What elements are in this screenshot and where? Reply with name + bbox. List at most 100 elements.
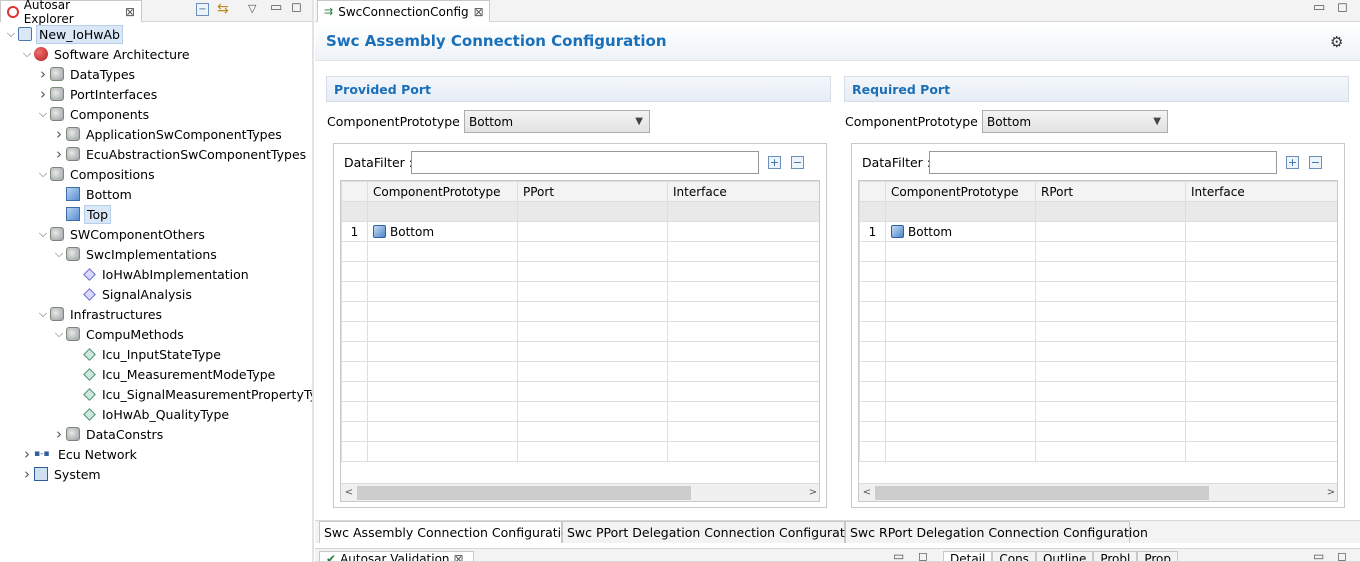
- table-row[interactable]: [341, 261, 819, 282]
- tree-item[interactable]: Top: [52, 204, 112, 224]
- tree-item[interactable]: ⌵ New_IoHwAb: [4, 24, 123, 44]
- row-number[interactable]: [859, 321, 886, 342]
- collapse-all-icon[interactable]: −: [196, 3, 209, 16]
- table-row[interactable]: [341, 281, 819, 302]
- table-row[interactable]: [341, 241, 819, 262]
- provided-filter-input[interactable]: [411, 151, 759, 174]
- table-cell[interactable]: [517, 281, 668, 302]
- table-cell[interactable]: [1185, 361, 1337, 382]
- chevron-right-icon[interactable]: ›: [52, 125, 66, 143]
- table-cell[interactable]: [885, 441, 1036, 462]
- scroll-right-icon[interactable]: >: [805, 487, 819, 498]
- row-number[interactable]: [859, 381, 886, 402]
- minimize-icon[interactable]: ▭: [1313, 0, 1325, 15]
- chevron-down-icon[interactable]: ⌵: [52, 247, 66, 261]
- row-number[interactable]: [341, 401, 368, 422]
- table-cell[interactable]: [885, 281, 1036, 302]
- tree-item[interactable]: Bottom: [52, 184, 134, 204]
- table-cell[interactable]: [517, 401, 668, 422]
- chevron-right-icon[interactable]: ›: [20, 445, 34, 463]
- chevron-down-icon[interactable]: ⌵: [36, 227, 50, 241]
- tab-pport-delegation[interactable]: Swc PPort Delegation Connection Configur…: [562, 521, 864, 543]
- row-number[interactable]: [341, 321, 368, 342]
- table-cell[interactable]: [367, 361, 518, 382]
- row-number[interactable]: [341, 261, 368, 282]
- table-cell[interactable]: [1035, 281, 1186, 302]
- column-header[interactable]: RPort: [1035, 181, 1186, 202]
- table-cell[interactable]: [1035, 221, 1186, 242]
- table-cell[interactable]: [667, 441, 819, 462]
- table-row[interactable]: 1 Bottom: [341, 221, 819, 242]
- table-cell[interactable]: [1185, 421, 1337, 442]
- scroll-right-icon[interactable]: >: [1323, 487, 1337, 498]
- row-number[interactable]: 1: [341, 221, 368, 242]
- row-number[interactable]: [341, 301, 368, 322]
- table-cell[interactable]: [667, 421, 819, 442]
- table-row[interactable]: [859, 441, 1337, 462]
- table-cell[interactable]: [1035, 401, 1186, 422]
- table-cell[interactable]: [1035, 361, 1186, 382]
- collapse-all-icon[interactable]: −: [1309, 156, 1322, 169]
- view-tab[interactable]: Cons: [992, 551, 1036, 561]
- table-cell[interactable]: [667, 221, 819, 242]
- table-cell[interactable]: [1035, 421, 1186, 442]
- table-cell[interactable]: [367, 421, 518, 442]
- table-row[interactable]: 1 Bottom: [859, 221, 1337, 242]
- row-number[interactable]: [341, 241, 368, 262]
- table-cell[interactable]: [517, 341, 668, 362]
- chevron-down-icon[interactable]: ⌵: [36, 307, 50, 321]
- chevron-right-icon[interactable]: ›: [36, 65, 50, 83]
- provided-prototype-select[interactable]: Bottom ▼: [464, 110, 650, 133]
- table-cell[interactable]: [1185, 261, 1337, 282]
- table-row[interactable]: [341, 381, 819, 402]
- tree-item[interactable]: › DataTypes: [36, 64, 137, 84]
- table-cell[interactable]: [517, 361, 668, 382]
- view-tab[interactable]: Outline: [1035, 551, 1094, 561]
- table-cell[interactable]: [667, 381, 819, 402]
- row-number[interactable]: [859, 241, 886, 262]
- column-header[interactable]: Interface: [1185, 181, 1337, 202]
- table-cell[interactable]: [1185, 241, 1337, 262]
- maximize-icon[interactable]: ◻: [1337, 0, 1348, 15]
- table-cell[interactable]: [667, 401, 819, 422]
- scroll-thumb[interactable]: [875, 485, 1209, 500]
- table-cell[interactable]: [517, 441, 668, 462]
- column-header[interactable]: PPort: [517, 181, 668, 202]
- table-cell[interactable]: [1185, 401, 1337, 422]
- table-row[interactable]: [341, 361, 819, 382]
- scroll-left-icon[interactable]: <: [859, 487, 875, 498]
- tab-rport-delegation[interactable]: Swc RPort Delegation Connection Configur…: [845, 521, 1148, 543]
- view-tab[interactable]: Probl: [1093, 551, 1138, 561]
- row-number[interactable]: [341, 361, 368, 382]
- table-row[interactable]: [859, 261, 1337, 282]
- column-header[interactable]: Interface: [667, 181, 819, 202]
- tree-item[interactable]: › ▪-▪ Ecu Network: [20, 444, 139, 464]
- chevron-down-icon[interactable]: ⌵: [4, 27, 18, 41]
- tree-item[interactable]: ⌵ Infrastructures: [36, 304, 164, 324]
- maximize-icon[interactable]: ◻: [291, 0, 302, 15]
- table-cell[interactable]: [367, 241, 518, 262]
- row-number[interactable]: [859, 261, 886, 282]
- tree-item[interactable]: › ApplicationSwComponentTypes: [52, 124, 284, 144]
- row-number[interactable]: [341, 441, 368, 462]
- table-cell[interactable]: [667, 261, 819, 282]
- row-number[interactable]: [341, 281, 368, 302]
- table-row[interactable]: [341, 441, 819, 462]
- table-cell[interactable]: [517, 221, 668, 242]
- row-number[interactable]: [859, 361, 886, 382]
- settings-icon[interactable]: ⚙: [1330, 33, 1343, 51]
- chevron-down-icon[interactable]: ⌵: [36, 167, 50, 181]
- table-cell[interactable]: [1185, 281, 1337, 302]
- table-cell[interactable]: [1035, 381, 1186, 402]
- tree-item[interactable]: IoHwAb_QualityType: [68, 404, 231, 424]
- row-number[interactable]: [859, 281, 886, 302]
- view-tab[interactable]: Detail: [943, 551, 993, 561]
- tree-item[interactable]: › DataConstrs: [52, 424, 165, 444]
- view-tab[interactable]: Prop: [1137, 551, 1179, 561]
- chevron-right-icon[interactable]: ›: [36, 85, 50, 103]
- row-number[interactable]: [859, 401, 886, 422]
- tree-item[interactable]: Icu_InputStateType: [68, 344, 223, 364]
- minimize-icon[interactable]: ▭: [1313, 549, 1324, 561]
- table-cell[interactable]: [667, 301, 819, 322]
- chevron-down-icon[interactable]: ⌵: [36, 107, 50, 121]
